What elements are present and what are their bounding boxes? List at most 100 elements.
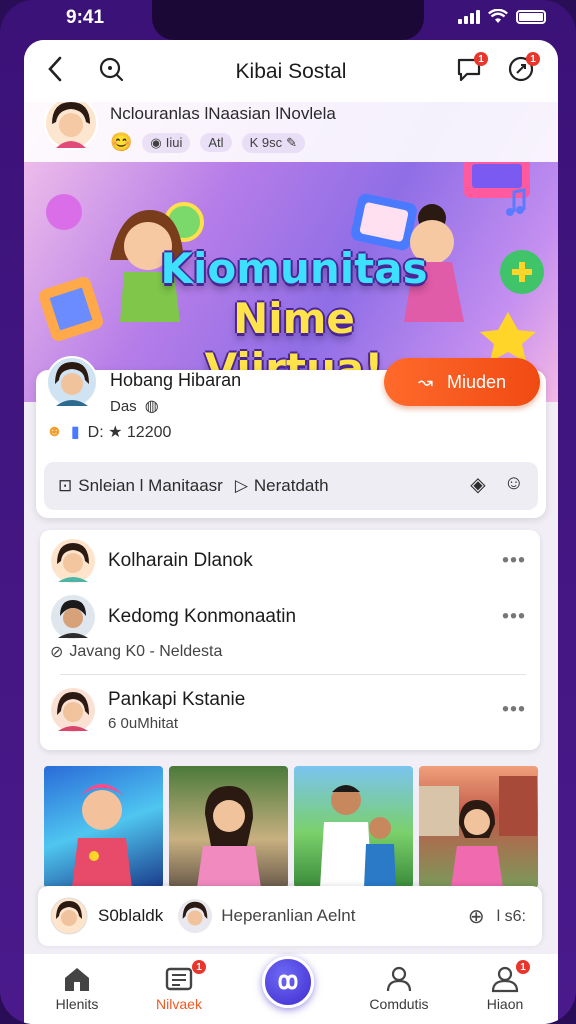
tab-profile-label: Hiaon — [486, 996, 524, 1012]
avatar — [51, 539, 95, 583]
members-action-label: Snleian l Manitaasr — [78, 476, 223, 495]
list-item[interactable]: Kedomg Konmonaatin ••• — [40, 592, 540, 642]
list-meta: ⊘ Javang K0 - Neldesta — [50, 642, 222, 662]
share-action-label: Neratdath — [253, 476, 329, 495]
gallery-photo[interactable] — [294, 766, 413, 888]
members-action[interactable]: ⊡ Snleian l Manitaasr — [58, 476, 223, 496]
globe-icon: ◍ — [144, 398, 159, 415]
home-icon — [32, 962, 122, 996]
notification-badge: 1 — [526, 52, 540, 66]
list-item[interactable]: Kolharain Dlanok ••• — [40, 536, 540, 586]
chip-1[interactable]: ◉ Iiui — [142, 132, 191, 153]
profile-sub: Das ◍ — [110, 396, 159, 416]
profile-sub-label: Das — [110, 397, 137, 415]
list-meta-text: Javang K0 - Neldesta — [69, 643, 223, 660]
comment-input[interactable]: Heperanlian Aelnt — [221, 906, 355, 926]
discussion-list: Kolharain Dlanok ••• Kedomg Konmonaatin … — [40, 530, 540, 750]
chat-badge: 1 — [474, 52, 488, 66]
lock-icon: ⊡ — [58, 476, 73, 495]
banner-author-bar: Nclouranlas lNaasian lNovlela 😊 ◉ Iiui At… — [24, 102, 558, 162]
profile-icon: 1 — [460, 960, 550, 996]
status-icons — [458, 9, 546, 24]
avatar — [50, 897, 88, 935]
dot-icon: ◉ — [150, 134, 162, 150]
banner-author-name: Nclouranlas lNaasian lNovlela — [110, 104, 336, 123]
comment-user: S0blaldk — [98, 906, 164, 925]
community-banner[interactable]: Nclouranlas lNaasian lNovlela 😊 ◉ Iiui At… — [24, 102, 558, 402]
chat-button[interactable]: 1 — [452, 52, 488, 86]
more-icon[interactable]: ••• — [502, 699, 526, 722]
notch — [152, 0, 424, 40]
tab-community-label: Comdutis — [369, 996, 429, 1012]
chip-3[interactable]: K 9sc ✎ — [241, 132, 305, 153]
avatar[interactable] — [46, 356, 98, 408]
signal-icon — [458, 9, 480, 24]
list-item-title: Kolharain Dlanok — [108, 550, 253, 571]
message-icon: 1 — [134, 960, 224, 996]
list-item-text: Pankapi Kstanie 6 0uMhitat — [108, 689, 245, 732]
message-badge: 1 — [192, 960, 206, 974]
divider — [60, 674, 526, 675]
chip-1-label: Iiui — [165, 135, 183, 150]
comment-bar: S0blaldk Heperanlian Aelnt ⊕ l s6: — [38, 886, 542, 946]
gallery-photo[interactable] — [169, 766, 288, 888]
list-item-sub: 6 0uMhitat — [108, 714, 179, 732]
link-icon: ⊘ — [50, 644, 64, 661]
list-item-title: Pankapi Kstanie — [108, 688, 246, 710]
tab-community[interactable]: Comdutis — [354, 962, 444, 1012]
emoji-icon[interactable]: ⊕ — [468, 904, 485, 929]
banner-title-line1: Kiomunitas — [160, 244, 428, 293]
action-bar: ⊡ Snleian l Manitaasr ▷ Neratdath ◈ ☺ — [44, 462, 538, 510]
tab-messages-label: Nilvaek — [156, 996, 202, 1012]
avatar[interactable] — [44, 102, 98, 150]
phone-frame: 9:41 Kibai Sostal 1 1 Nclouranlas lNaasi… — [0, 0, 576, 1024]
list-item-title: Kedomg Konmonaatin — [108, 606, 297, 627]
photo-gallery — [44, 766, 538, 888]
bookmark-icon: ▮ — [70, 424, 80, 441]
profile-badge: 1 — [516, 960, 530, 974]
profile-stats-value: D: ★ 12200 — [87, 424, 172, 441]
community-icon — [354, 962, 444, 996]
status-time: 9:41 — [66, 7, 105, 28]
avatar — [51, 595, 95, 639]
follow-icon: ↝ — [417, 371, 434, 392]
join-button[interactable]: ↝ Miuden — [384, 358, 540, 406]
tab-profile[interactable]: 1 Hiaon — [460, 960, 550, 1012]
list-item[interactable]: Pankapi Kstanie 6 0uMhitat ••• — [40, 682, 540, 738]
reaction-icon[interactable]: ☺ — [504, 472, 524, 497]
create-button[interactable] — [262, 956, 314, 1008]
gallery-photo[interactable] — [419, 766, 538, 888]
avatar — [178, 898, 213, 934]
tab-home[interactable]: Hlenits — [32, 962, 122, 1012]
emoji-icon: 😊 — [110, 132, 133, 152]
profile-card: Hobang Hibaran Das ◍ ☻ ▮ D: ★ 12200 ↝ Mi… — [36, 356, 546, 518]
avatar — [51, 688, 95, 732]
gallery-photo[interactable] — [44, 766, 163, 888]
tab-bar: Hlenits 1 Nilvaek Comdutis 1 Hiaon — [24, 954, 558, 1024]
wifi-icon — [488, 9, 508, 23]
app-screen: Kibai Sostal 1 1 Nclouranlas lNaasian lN… — [24, 40, 558, 1024]
notification-button[interactable]: 1 — [504, 52, 540, 86]
more-icon[interactable]: ••• — [502, 550, 526, 573]
action-bar-icons: ◈ ☺ — [470, 472, 524, 497]
tab-messages[interactable]: 1 Nilvaek — [134, 960, 224, 1012]
battery-icon — [516, 9, 546, 24]
join-button-label: Miuden — [447, 371, 507, 392]
profile-name: Hobang Hibaran — [110, 370, 242, 390]
top-bar: Kibai Sostal 1 1 — [24, 40, 558, 102]
chip-3-label: K 9sc — [249, 135, 283, 150]
play-icon: ▷ — [234, 476, 248, 495]
banner-chip-row: 😊 ◉ Iiui Atl K 9sc ✎ — [110, 132, 305, 153]
edit-icon: ✎ — [286, 134, 297, 150]
profile-stats: ☻ ▮ D: ★ 12200 — [46, 422, 171, 442]
tab-home-label: Hlenits — [55, 996, 99, 1012]
comment-count: l s6: — [496, 907, 526, 925]
chip-2-label: Atl — [208, 135, 224, 150]
smile-icon: ☻ — [46, 423, 63, 440]
comment-actions: ⊕ l s6: — [468, 904, 526, 929]
more-icon[interactable]: ••• — [502, 606, 526, 629]
share-action[interactable]: ▷ Neratdath — [235, 476, 329, 496]
chip-2[interactable]: Atl — [200, 133, 232, 152]
infinity-icon — [278, 974, 298, 990]
location-icon[interactable]: ◈ — [470, 472, 485, 497]
